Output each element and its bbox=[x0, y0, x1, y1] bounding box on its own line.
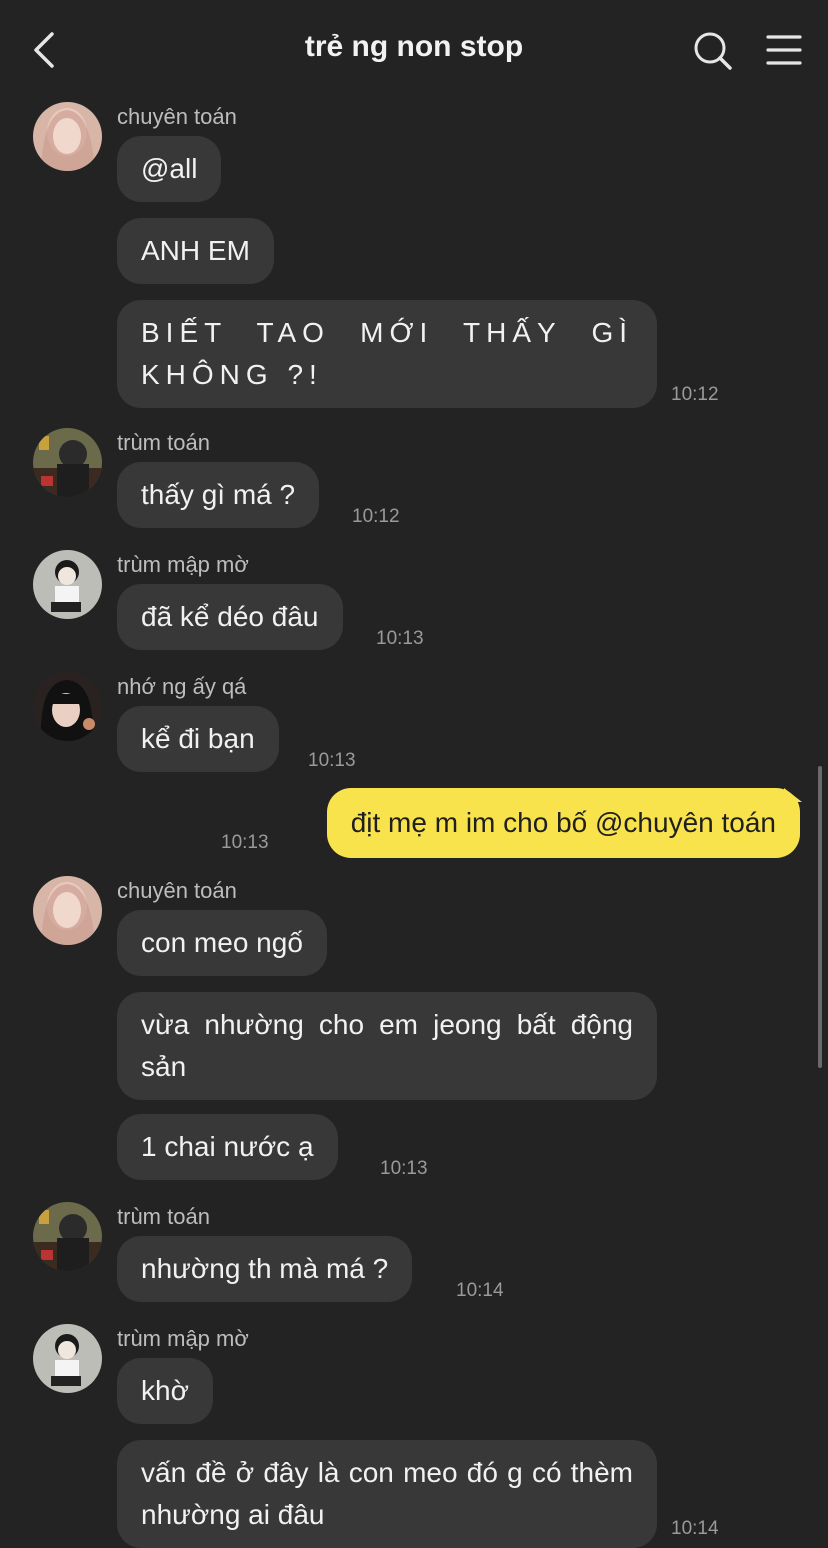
outgoing-message-bubble[interactable]: địt mẹ m im cho bố @chuyên toán bbox=[326, 788, 800, 858]
message-bubble[interactable]: thấy gì má ? bbox=[117, 462, 320, 528]
bubble-tail bbox=[784, 788, 802, 802]
message-bubble[interactable]: vấn đề ở đây là con meo đó g có thèm như… bbox=[117, 1440, 657, 1548]
message-bubble[interactable]: kể đi bạn bbox=[117, 706, 279, 772]
avatar-trum-map-mo[interactable] bbox=[33, 550, 102, 619]
message-time: 10:12 bbox=[352, 506, 400, 527]
sender-name: trùm toán bbox=[117, 1204, 210, 1229]
menu-icon bbox=[766, 35, 802, 65]
avatar-chuyen-toan[interactable] bbox=[33, 876, 102, 945]
message-bubble[interactable]: khờ bbox=[117, 1358, 213, 1424]
message-bubble[interactable]: con meo ngố bbox=[117, 910, 327, 976]
menu-button[interactable] bbox=[764, 32, 804, 68]
message-time: 10:13 bbox=[308, 750, 356, 771]
message-bubble[interactable]: vừa nhường cho em jeong bất động sản bbox=[117, 992, 657, 1100]
sender-name: trùm toán bbox=[117, 430, 210, 455]
message-bubble[interactable]: BIẾT TAO MỚI THẤY GÌ KHÔNG ?! bbox=[117, 300, 657, 408]
avatar-nho-ng-ay-qa[interactable] bbox=[33, 672, 102, 741]
sender-name: trùm mập mờ bbox=[117, 552, 249, 577]
sender-name: trùm mập mờ bbox=[117, 1326, 249, 1351]
message-time: 10:13 bbox=[376, 628, 424, 649]
sender-name: chuyên toán bbox=[117, 104, 237, 129]
message-time: 10:13 bbox=[221, 832, 269, 853]
avatar-trum-toan[interactable] bbox=[33, 1202, 102, 1271]
message-bubble[interactable]: @all bbox=[117, 136, 222, 202]
message-bubble[interactable]: nhường th mà má ? bbox=[117, 1236, 413, 1302]
sender-name: nhớ ng ấy qá bbox=[117, 674, 247, 699]
search-icon bbox=[694, 32, 732, 70]
message-bubble[interactable]: ANH EM bbox=[117, 218, 274, 284]
message-time: 10:14 bbox=[671, 1518, 719, 1539]
message-time: 10:13 bbox=[380, 1158, 428, 1179]
message-time: 10:14 bbox=[456, 1280, 504, 1301]
search-button[interactable] bbox=[692, 30, 732, 70]
message-time: 10:12 bbox=[671, 384, 719, 405]
scrollbar[interactable] bbox=[818, 766, 822, 1068]
avatar-chuyen-toan[interactable] bbox=[33, 102, 102, 171]
avatar-trum-toan[interactable] bbox=[33, 428, 102, 497]
sender-name: chuyên toán bbox=[117, 878, 237, 903]
message-bubble[interactable]: đã kể déo đâu bbox=[117, 584, 343, 650]
chat-header: trẻ ng non stop bbox=[0, 0, 828, 100]
avatar-trum-map-mo[interactable] bbox=[33, 1324, 102, 1393]
message-bubble[interactable]: 1 chai nước ạ bbox=[117, 1114, 338, 1180]
